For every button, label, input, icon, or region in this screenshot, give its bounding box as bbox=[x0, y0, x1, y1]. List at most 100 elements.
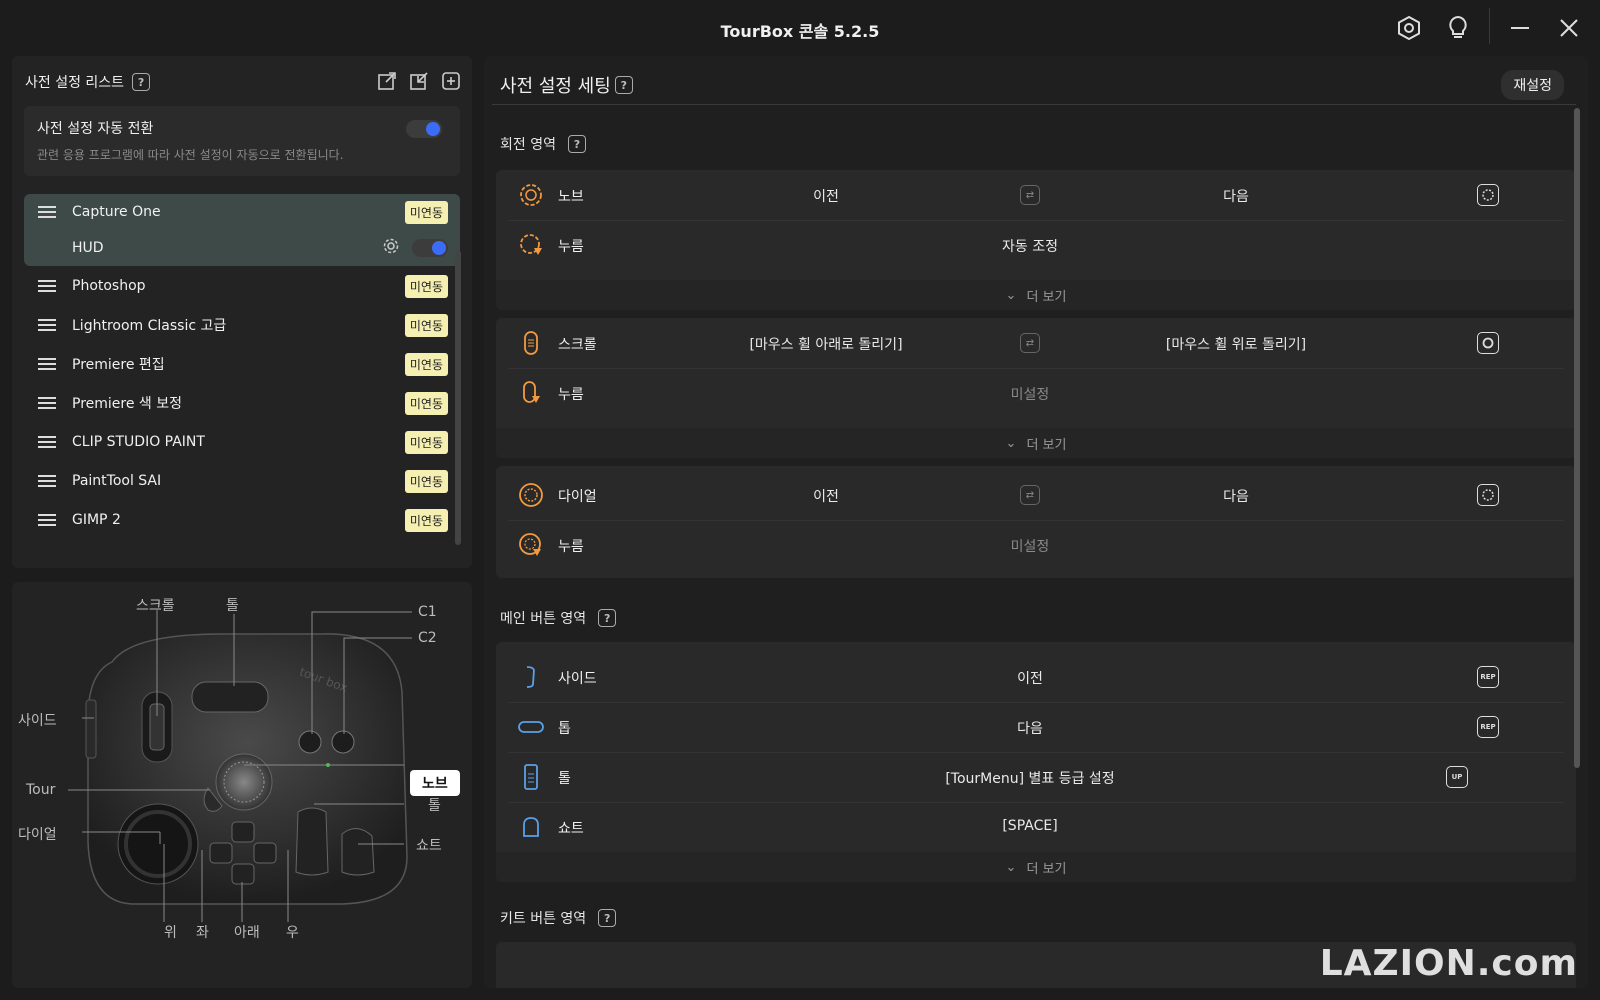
knob-left-action[interactable]: 이전 bbox=[726, 186, 926, 206]
tall-button-row[interactable]: 톨 [TourMenu] 별표 등급 설정 UP bbox=[496, 752, 1576, 802]
minimize-button[interactable] bbox=[1504, 12, 1536, 44]
rotation-speed-icon[interactable] bbox=[1477, 184, 1499, 206]
short-button-row[interactable]: 쇼트 [SPACE] bbox=[496, 802, 1576, 852]
dial-press-icon bbox=[518, 532, 544, 558]
device-label-down: 아래 bbox=[234, 925, 260, 941]
device-label-right: 우 bbox=[286, 925, 299, 941]
auto-switch-toggle[interactable] bbox=[406, 120, 442, 138]
device-label-c1: C1 bbox=[418, 604, 437, 620]
preset-sub-hud[interactable]: HUD bbox=[24, 230, 460, 266]
export-icon[interactable] bbox=[376, 70, 398, 92]
scroll-press-row[interactable]: 누름 미설정 bbox=[496, 368, 1576, 418]
tall-button-icon bbox=[518, 764, 544, 790]
settings-scrollbar[interactable] bbox=[1574, 108, 1580, 768]
device-label-side: 사이드 bbox=[18, 713, 57, 729]
dial-row[interactable]: 다이얼 이전 ⇄ 다음 bbox=[496, 470, 1576, 520]
device-label-c2: C2 bbox=[418, 630, 437, 646]
top-button-action[interactable]: 다음 bbox=[830, 718, 1230, 738]
dial-left-action[interactable]: 이전 bbox=[726, 486, 926, 506]
short-button-action[interactable]: [SPACE] bbox=[830, 818, 1230, 834]
add-preset-icon[interactable] bbox=[440, 70, 462, 92]
gear-icon[interactable] bbox=[382, 237, 400, 259]
preset-list-scrollbar[interactable] bbox=[455, 250, 461, 545]
menu-icon bbox=[38, 511, 56, 529]
show-more-button[interactable]: ⌄ 더 보기 bbox=[496, 852, 1576, 882]
import-icon[interactable] bbox=[408, 70, 430, 92]
help-icon[interactable]: ? bbox=[598, 909, 617, 927]
key-up-tag-icon[interactable]: UP bbox=[1446, 766, 1468, 788]
unlinked-badge: 미연동 bbox=[404, 313, 448, 337]
knob-row[interactable]: 노브 이전 ⇄ 다음 bbox=[496, 170, 1576, 220]
knob-press-row[interactable]: 누름 자동 조정 bbox=[496, 220, 1576, 270]
side-button-row[interactable]: 사이드 이전 REP bbox=[496, 652, 1576, 702]
scroll-label: 스크롤 bbox=[558, 337, 597, 353]
preset-item-painttool-sai[interactable]: PaintTool SAI 미연동 bbox=[24, 463, 460, 499]
show-more-button[interactable]: ⌄ 더 보기 bbox=[496, 428, 1576, 458]
short-button-label: 쇼트 bbox=[558, 821, 584, 837]
swap-icon[interactable]: ⇄ bbox=[1020, 333, 1040, 353]
watermark: LAZION.com bbox=[1319, 943, 1578, 984]
tall-button-label: 톨 bbox=[558, 771, 571, 787]
scroll-row[interactable]: 스크롤 [마우스 휠 아래로 돌리기] ⇄ [마우스 휠 위로 돌리기] bbox=[496, 318, 1576, 368]
dial-press-row[interactable]: 누름 미설정 bbox=[496, 520, 1576, 570]
preset-list-title: 사전 설정 리스트 bbox=[25, 75, 125, 91]
header-divider bbox=[492, 104, 1576, 105]
dial-press-action[interactable]: 미설정 bbox=[830, 536, 1230, 556]
help-icon[interactable]: ? bbox=[598, 609, 617, 627]
menu-icon bbox=[38, 355, 56, 373]
repeat-tag-icon[interactable]: REP bbox=[1477, 716, 1499, 738]
preset-name: Premiere 색 보정 bbox=[72, 396, 183, 412]
dial-icon bbox=[518, 482, 544, 508]
tall-button-action[interactable]: [TourMenu] 별표 등급 설정 bbox=[830, 768, 1230, 788]
side-button-icon bbox=[518, 664, 544, 690]
rotation-speed-icon[interactable] bbox=[1477, 484, 1499, 506]
preset-item-lightroom[interactable]: Lightroom Classic 고급 미연동 bbox=[24, 307, 460, 343]
swap-icon[interactable]: ⇄ bbox=[1020, 185, 1040, 205]
show-more-button[interactable]: ⌄ 더 보기 bbox=[496, 280, 1576, 310]
menu-icon bbox=[38, 433, 56, 451]
preset-name: GIMP 2 bbox=[72, 512, 121, 528]
top-button-icon bbox=[518, 714, 544, 740]
device-label-tour: Tour bbox=[26, 782, 56, 798]
scroll-speed-icon[interactable] bbox=[1477, 332, 1499, 354]
scroll-down-action[interactable]: [마우스 휠 아래로 돌리기] bbox=[676, 334, 976, 354]
lightbulb-icon[interactable] bbox=[1442, 12, 1474, 44]
preset-settings-panel: 사전 설정 세팅 ? 재설정 회전 영역 ? 노브 이전 ⇄ 다음 누름 자동 … bbox=[484, 56, 1588, 988]
preset-name: Lightroom Classic 고급 bbox=[72, 318, 227, 334]
kit-buttons-section-title: 키트 버튼 영역 ? bbox=[500, 908, 617, 928]
close-button[interactable] bbox=[1553, 12, 1585, 44]
repeat-tag-icon[interactable]: REP bbox=[1477, 666, 1499, 688]
top-button-row[interactable]: 톱 다음 REP bbox=[496, 702, 1576, 752]
titlebar-separator bbox=[1489, 8, 1490, 44]
scroll-up-action[interactable]: [마우스 휠 위로 돌리기] bbox=[1086, 334, 1386, 354]
preset-item-gimp[interactable]: GIMP 2 미연동 bbox=[24, 502, 460, 538]
knob-right-action[interactable]: 다음 bbox=[1136, 186, 1336, 206]
preset-item-capture-one[interactable]: Capture One 미연동 bbox=[24, 194, 460, 230]
scroll-press-action[interactable]: 미설정 bbox=[830, 384, 1230, 404]
hud-toggle[interactable] bbox=[412, 239, 448, 257]
knob-press-action[interactable]: 자동 조정 bbox=[830, 236, 1230, 256]
section-label: 메인 버튼 영역 bbox=[500, 611, 587, 627]
chevron-down-icon: ⌄ bbox=[1005, 435, 1017, 451]
settings-hex-icon[interactable] bbox=[1393, 12, 1425, 44]
knob-label: 노브 bbox=[558, 189, 584, 205]
reset-button[interactable]: 재설정 bbox=[1501, 70, 1564, 100]
side-button-label: 사이드 bbox=[558, 671, 597, 687]
side-button-action[interactable]: 이전 bbox=[830, 668, 1230, 688]
swap-icon[interactable]: ⇄ bbox=[1020, 485, 1040, 505]
scroll-icon bbox=[518, 330, 544, 356]
preset-item-clip-studio[interactable]: CLIP STUDIO PAINT 미연동 bbox=[24, 424, 460, 460]
help-icon[interactable]: ? bbox=[132, 73, 151, 91]
help-icon[interactable]: ? bbox=[567, 135, 586, 153]
device-label-short: 쇼트 bbox=[416, 838, 442, 854]
section-label: 키트 버튼 영역 bbox=[500, 911, 587, 927]
preset-item-premiere-edit[interactable]: Premiere 편집 미연동 bbox=[24, 346, 460, 382]
help-icon[interactable]: ? bbox=[614, 76, 633, 94]
preset-item-photoshop[interactable]: Photoshop 미연동 bbox=[24, 268, 460, 304]
settings-header: 사전 설정 세팅 ? bbox=[500, 72, 633, 98]
device-label-knob[interactable]: 노브 bbox=[410, 770, 460, 796]
unlinked-badge: 미연동 bbox=[404, 274, 448, 298]
dial-right-action[interactable]: 다음 bbox=[1136, 486, 1336, 506]
preset-item-premiere-color[interactable]: Premiere 색 보정 미연동 bbox=[24, 385, 460, 421]
auto-switch-box: 사전 설정 자동 전환 관련 응용 프로그램에 따라 사전 설정이 자동으로 전… bbox=[24, 106, 460, 176]
